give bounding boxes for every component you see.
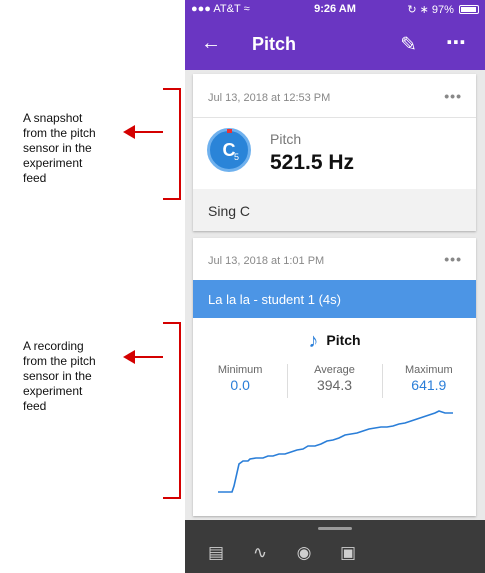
stat-maximum: Maximum 641.9 — [381, 364, 476, 398]
pitch-recording-plot — [218, 410, 453, 493]
bluetooth-icon: ∗ — [419, 4, 429, 16]
recording-annotation: A recording from the pitch sensor in the… — [23, 339, 96, 413]
recording-sensor-heading: ♪ Pitch — [193, 330, 476, 353]
snapshot-note[interactable]: Sing C — [193, 189, 476, 231]
status-right: ↻ ∗ 97% — [407, 3, 479, 16]
stat-minimum-value: 0.0 — [230, 377, 250, 393]
snapshot-more-icon[interactable]: ••• — [444, 88, 462, 104]
stat-maximum-label: Maximum — [404, 364, 453, 376]
recording-card[interactable]: Jul 13, 2018 at 1:01 PM ••• La la la - s… — [193, 238, 476, 516]
snapshot-bracket — [163, 88, 181, 200]
drag-handle[interactable] — [318, 527, 352, 530]
camera-icon[interactable]: ◉ — [293, 543, 315, 563]
snapshot-card[interactable]: Jul 13, 2018 at 12:53 PM ••• C 5 Pitch 5… — [193, 74, 476, 231]
bottom-tools: ▤ ∿ ◉ ▣ — [205, 543, 359, 563]
edit-pencil-icon[interactable]: ✎ — [400, 32, 417, 57]
gallery-icon[interactable]: ▣ — [337, 543, 359, 563]
bottom-action-bar: ▤ ∿ ◉ ▣ — [185, 520, 485, 573]
recording-more-icon[interactable]: ••• — [444, 251, 462, 267]
snapshot-arrow-line — [134, 131, 163, 133]
orientation-lock-icon: ↻ — [407, 4, 417, 16]
snapshot-note-text: Sing C — [208, 203, 251, 219]
recording-arrow-head — [123, 350, 135, 364]
snapshot-date: Jul 13, 2018 at 12:53 PM — [208, 92, 331, 104]
recording-sensor-label: Pitch — [326, 332, 361, 348]
phone-screen: ●●● AT&T ≈ 9:26 AM ↻ ∗ 97% ← Pitch ✎ ⋯ J… — [185, 0, 485, 573]
recording-title: La la la - student 1 (4s) — [208, 292, 341, 307]
stat-average-value: 394.3 — [316, 377, 353, 393]
battery-icon — [459, 5, 479, 14]
card-divider — [193, 117, 476, 118]
recording-bracket — [163, 322, 181, 499]
recording-arrow-line — [134, 356, 163, 358]
recording-title-bar[interactable]: La la la - student 1 (4s) — [193, 280, 476, 318]
more-options-icon[interactable]: ⋯ — [446, 30, 467, 55]
page-title: Pitch — [252, 34, 297, 54]
dial-marker — [227, 129, 232, 133]
stat-minimum-label: Minimum — [217, 364, 263, 376]
status-bar: ●●● AT&T ≈ 9:26 AM ↻ ∗ 97% — [185, 0, 485, 20]
snapshot-arrow-head — [123, 125, 135, 139]
snapshot-sensor-label: Pitch — [270, 131, 302, 147]
recording-date: Jul 13, 2018 at 1:01 PM — [208, 255, 325, 267]
sensor-wave-icon[interactable]: ∿ — [249, 543, 271, 563]
pitch-dial-icon: C 5 — [207, 128, 251, 172]
stat-maximum-value: 641.9 — [411, 377, 447, 393]
pitch-trace-line — [218, 410, 453, 493]
battery-percent: 97% — [431, 4, 454, 16]
snapshot-value: 521.5 Hz — [270, 151, 355, 174]
snapshot-annotation: A snapshot from the pitch sensor in the … — [23, 111, 96, 185]
stat-average: Average 394.3 — [287, 364, 381, 398]
music-note-icon: ♪ — [308, 330, 319, 352]
recording-stats: Minimum 0.0 Average 394.3 Maximum 641.9 — [193, 364, 476, 398]
screenshot-stage: A snapshot from the pitch sensor in the … — [0, 0, 485, 573]
note-icon[interactable]: ▤ — [205, 543, 227, 563]
stat-minimum: Minimum 0.0 — [193, 364, 287, 398]
app-bar: ← Pitch ✎ ⋯ — [185, 20, 485, 70]
back-arrow-icon[interactable]: ← — [201, 32, 221, 55]
stat-average-label: Average — [314, 364, 355, 376]
dial-octave: 5 — [233, 152, 239, 162]
